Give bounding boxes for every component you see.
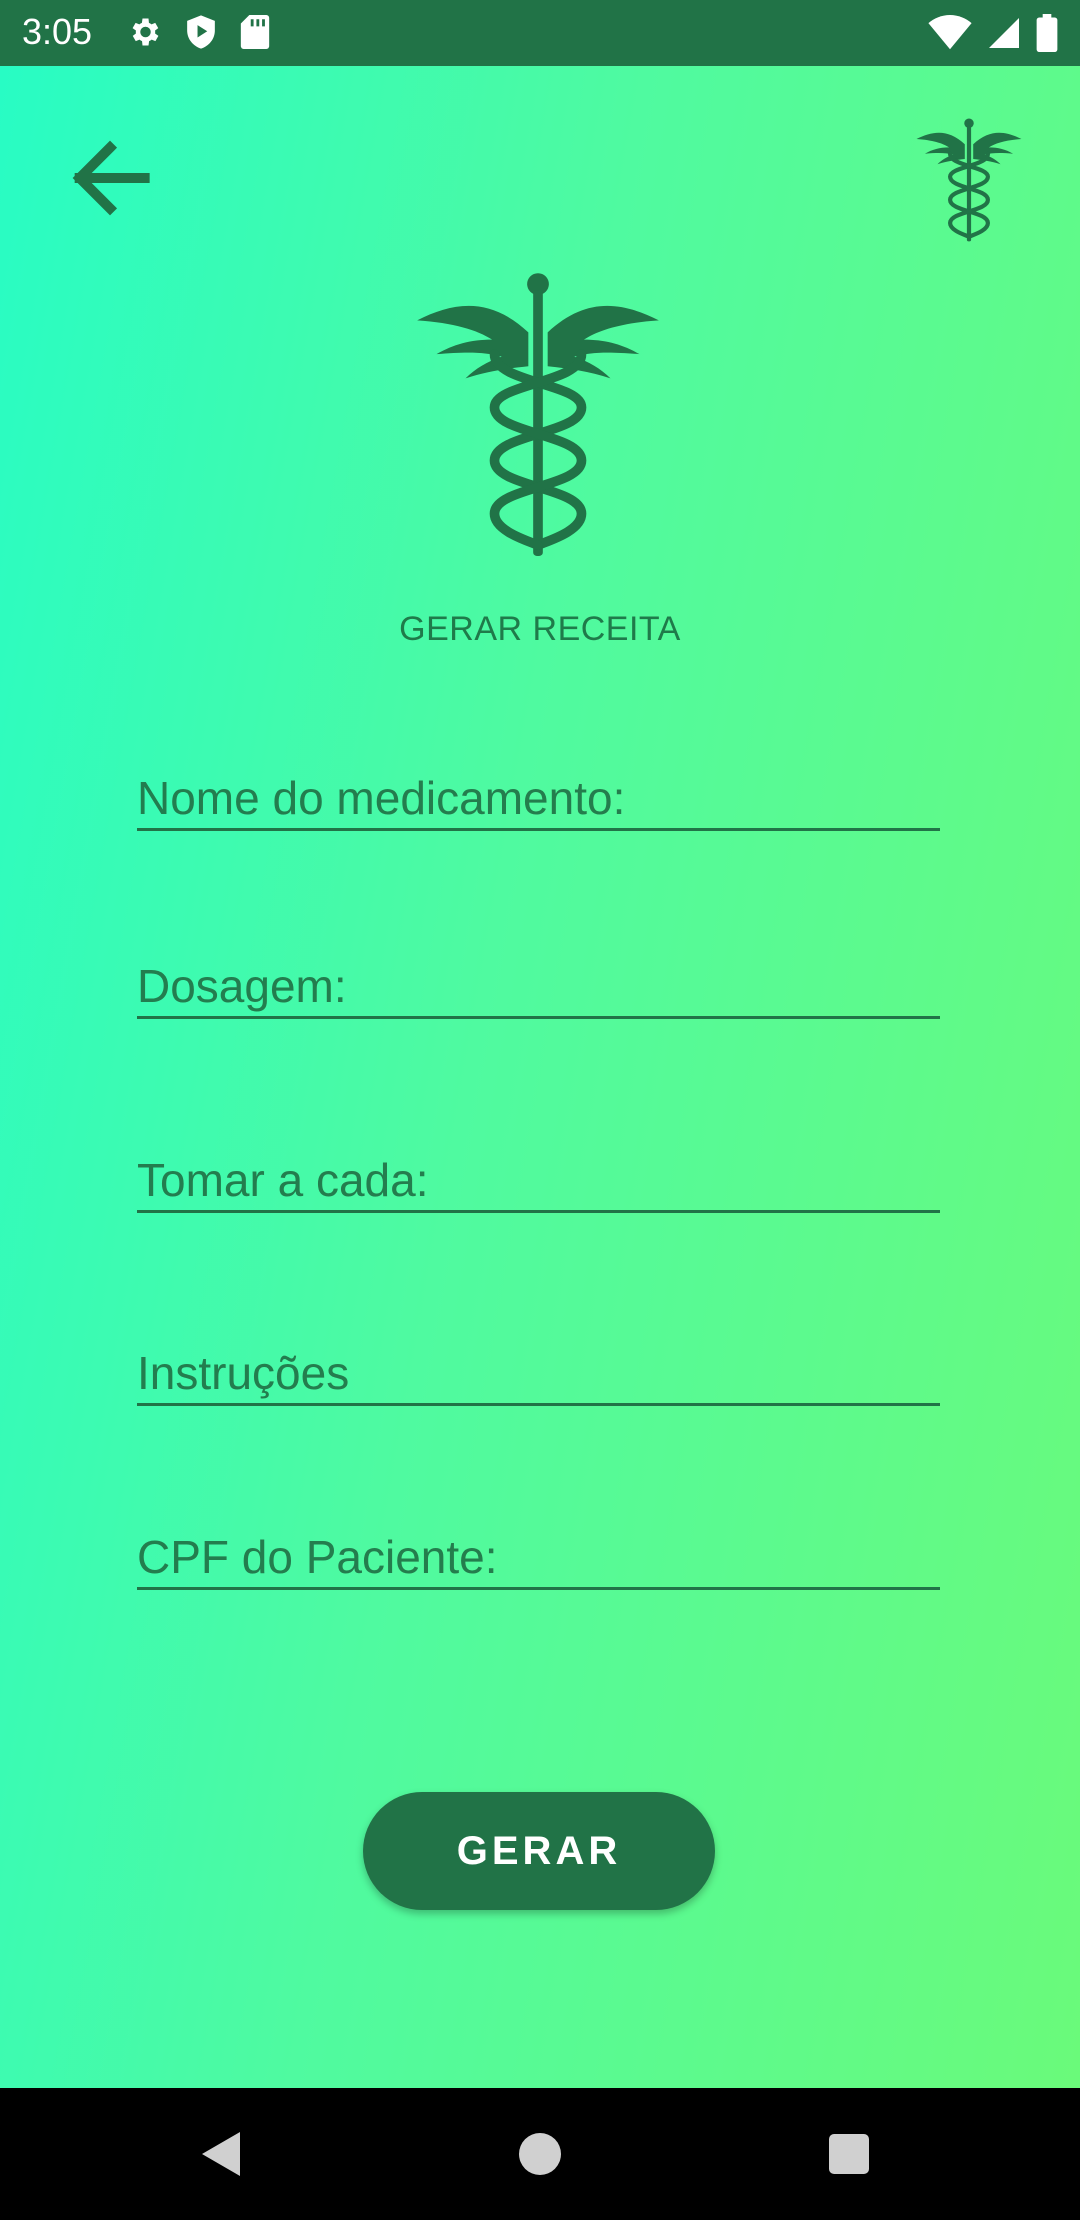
gear-icon <box>132 18 159 46</box>
gerar-button[interactable]: GERAR <box>363 1792 715 1910</box>
status-time: 3:05 <box>22 11 93 52</box>
page-title: GERAR RECEITA <box>399 610 681 648</box>
dosage-input[interactable] <box>137 956 940 1016</box>
dosage-field[interactable] <box>137 956 940 1019</box>
medication-name-input[interactable] <box>137 768 940 828</box>
caduceus-icon <box>916 118 1022 244</box>
instructions-field[interactable] <box>137 1343 940 1406</box>
status-bar: 3:05 <box>0 0 1080 66</box>
frequency-input[interactable] <box>137 1150 940 1210</box>
status-right-icons <box>928 14 1058 52</box>
shield-play-icon <box>187 15 215 49</box>
circle-home-icon[interactable] <box>519 2133 561 2175</box>
sd-card-icon <box>240 15 270 49</box>
arrow-left-icon[interactable] <box>58 126 162 230</box>
signal-icon <box>989 18 1019 48</box>
main-content: GERAR RECEITA GERAR <box>0 66 1080 2088</box>
instructions-input[interactable] <box>137 1343 940 1403</box>
battery-icon <box>1036 14 1058 52</box>
square-recents-icon[interactable] <box>829 2134 869 2174</box>
wifi-icon <box>928 15 972 50</box>
patient-cpf-field[interactable] <box>137 1527 940 1590</box>
triangle-back-icon[interactable] <box>200 2130 244 2178</box>
caduceus-logo-icon <box>412 272 664 562</box>
status-left-icons <box>126 14 270 50</box>
frequency-field[interactable] <box>137 1150 940 1213</box>
patient-cpf-input[interactable] <box>137 1527 940 1587</box>
navigation-bar <box>0 2088 1080 2220</box>
medication-name-field[interactable] <box>137 768 940 831</box>
